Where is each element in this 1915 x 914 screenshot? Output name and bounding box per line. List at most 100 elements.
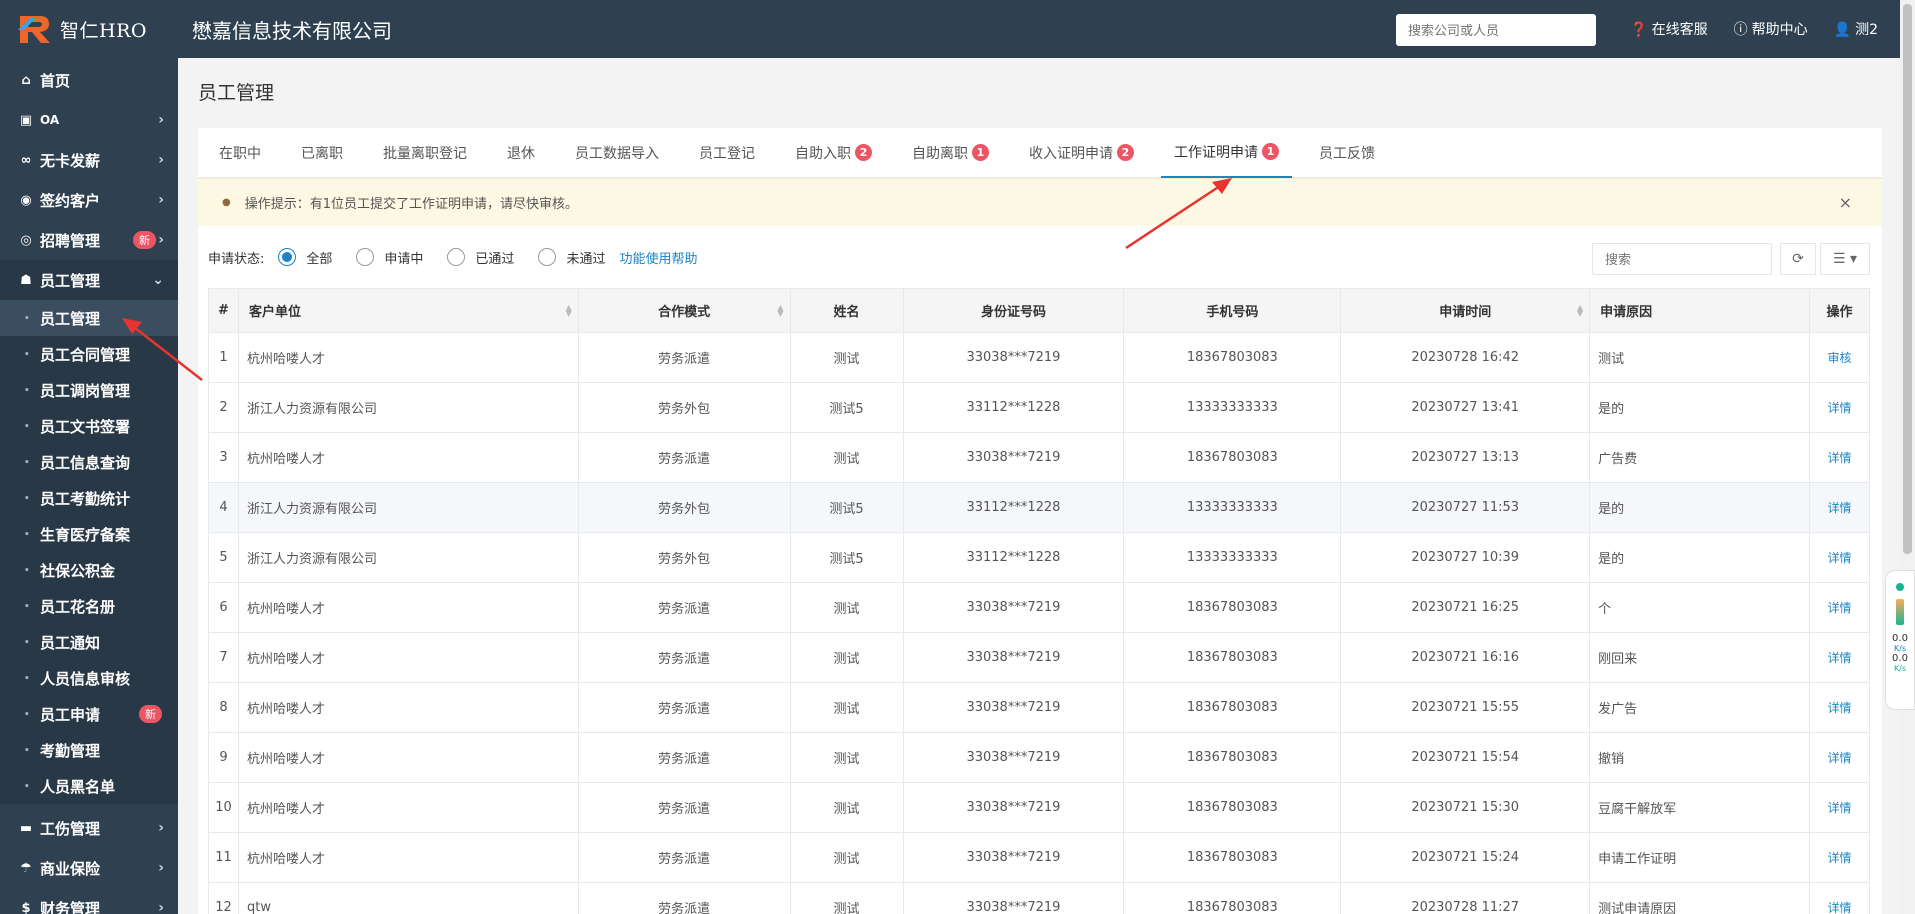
upload-speed: 0.0 [1892,633,1908,644]
tab-batch-resign[interactable]: 批量离职登记 [370,128,480,178]
speed-bar-icon [1896,599,1904,625]
top-bar: 懋嘉信息技术有限公司 ❓在线客服 ⓘ帮助中心 👤测2 [178,0,1900,58]
cell-name: 测试5 [789,482,904,533]
main-panel: 在职中 已离职 批量离职登记 退休 员工数据导入 员工登记 自助入职 2 自助离职… [198,128,1882,914]
details-link[interactable]: 详情 [1808,532,1871,583]
submenu-item-info-review[interactable]: · 人员信息审核 [0,660,178,696]
cell-apply-time: 20230728 11:27 [1340,882,1591,914]
cell-id-number: 33038***7219 [902,882,1125,914]
new-badge: 新 [133,231,156,249]
cell-phone: 13333333333 [1123,382,1342,433]
tab-label: 工作证明申请 [1174,144,1258,161]
sidebar-item-insurance[interactable]: ☂ 商业保险 › [0,848,178,888]
cell-name: 测试 [789,682,904,733]
close-icon[interactable]: × [1839,193,1852,212]
page-scrollbar[interactable] [1900,0,1915,914]
online-service-link[interactable]: ❓ 在线客服 [1630,19,1707,39]
submenu-item-attendance-mgmt[interactable]: · 考勤管理 [0,732,178,768]
submenu-item-blacklist[interactable]: · 人员黑名单 [0,768,178,804]
details-link[interactable]: 详情 [1808,482,1871,533]
details-link[interactable]: 详情 [1808,382,1871,433]
sidebar-item-employee-mgmt[interactable]: ☗ 员工管理 ⌄ [0,260,178,300]
sidebar-item-cardless-pay[interactable]: ∞ 无卡发薪 › [0,140,178,180]
sidebar-item-clients[interactable]: ◉ 签约客户 › [0,180,178,220]
cell-phone: 18367803083 [1123,432,1342,483]
cell-coop-mode: 劳务外包 [577,382,791,433]
tab-self-onboard[interactable]: 自助入职 2 [782,128,885,178]
details-link[interactable]: 详情 [1808,782,1871,833]
header-label: 申请时间 [1439,305,1492,320]
submenu-item-employee-mgmt[interactable]: · 员工管理 [0,300,178,336]
submenu-item-info-query[interactable]: · 员工信息查询 [0,444,178,480]
radio-label: 申请中 [384,251,424,267]
columns-toggle-button[interactable]: ☰ ▾ [1820,243,1870,275]
details-link[interactable]: 详情 [1808,582,1871,633]
help-center-link[interactable]: ⓘ 帮助中心 [1734,19,1808,39]
submenu-item-roster[interactable]: · 员工花名册 [0,588,178,624]
sidebar-item-work-injury[interactable]: ▬ 工伤管理 › [0,808,178,848]
cell-index: 4 [208,482,239,533]
submenu-item-attendance-stats[interactable]: · 员工考勤统计 [0,480,178,516]
sidebar-item-label: 首页 [40,71,71,90]
tab-self-resign[interactable]: 自助离职 1 [899,128,1002,178]
table-search-input[interactable] [1592,243,1772,275]
col-coop-mode[interactable]: 合作模式 ▲ ▼ [577,288,791,333]
user-menu[interactable]: 👤 测2 [1834,19,1878,39]
sidebar-item-label: 工伤管理 [40,819,101,838]
details-link[interactable]: 详情 [1808,632,1871,683]
col-apply-time[interactable]: 申请时间 ▲ ▼ [1340,288,1591,333]
details-link[interactable]: 详情 [1808,732,1871,783]
info-icon: ⓘ [1733,22,1748,38]
network-speed-widget: 0.0 K/s 0.0 K/s [1885,570,1915,710]
sidebar-item-home[interactable]: ⌂ 首页 [0,60,178,100]
tab-active-employees[interactable]: 在职中 [206,128,274,178]
submenu-item-maternity[interactable]: · 生育医疗备案 [0,516,178,552]
radio-approved[interactable]: 已通过 [447,248,514,267]
col-client[interactable]: 客户单位 ▲ ▼ [237,288,579,333]
sidebar-item-oa[interactable]: ▣ OA › [0,100,178,140]
cell-client: 杭州哈喽人才 [237,632,579,683]
details-link[interactable]: 详情 [1808,682,1871,733]
list-icon: ☰ ▾ [1832,251,1858,267]
radio-pending[interactable]: 申请中 [356,248,423,267]
alert-banner: ● 操作提示：有1位员工提交了工作证明申请，请尽快审核。 × [198,178,1882,226]
submenu-item-notices[interactable]: · 员工通知 [0,624,178,660]
scrollbar-thumb[interactable] [1903,4,1912,554]
cell-name: 测试 [789,582,904,633]
brand-logo[interactable]: 智仁HRO [0,0,178,58]
cell-index: 12 [208,882,239,914]
submenu-item-documents[interactable]: · 员工文书签署 [0,408,178,444]
tab-label: 收入证明申请 [1029,145,1113,162]
radio-rejected[interactable]: 未通过 [538,248,605,267]
tab-retired[interactable]: 退休 [494,128,548,178]
tab-resigned[interactable]: 已离职 [288,128,356,178]
tab-registration[interactable]: 员工登记 [686,128,768,178]
header-label: 客户单位 [248,305,301,320]
submenu-item-applications[interactable]: · 员工申请 新 [0,696,178,732]
details-link[interactable]: 详情 [1808,832,1871,883]
cell-phone: 18367803083 [1123,682,1342,733]
details-link[interactable]: 详情 [1808,882,1871,914]
tab-income-proof[interactable]: 收入证明申请 2 [1016,128,1147,178]
tab-data-import[interactable]: 员工数据导入 [562,128,672,178]
submenu-item-label: 生育医疗备案 [40,525,131,544]
radio-all[interactable]: 全部 [278,248,332,267]
cell-reason: 个 [1589,582,1810,633]
global-search-input[interactable] [1396,14,1596,46]
tab-work-proof[interactable]: 工作证明申请 1 [1161,128,1292,178]
col-index: # [208,288,239,333]
sort-icon: ▲ ▼ [1576,303,1584,318]
sidebar-item-finance[interactable]: $ 财务管理 › [0,888,178,914]
brand-name: 智仁HRO [60,19,147,42]
submenu-item-label: 员工合同管理 [40,345,131,364]
submenu-item-social-security[interactable]: · 社保公积金 [0,552,178,588]
refresh-button[interactable]: ⟳ [1780,243,1816,275]
submenu-item-contracts[interactable]: · 员工合同管理 [0,336,178,372]
sidebar-item-recruitment[interactable]: ◎ 招聘管理 新 › [0,220,178,260]
details-link[interactable]: 详情 [1808,432,1871,483]
tab-feedback[interactable]: 员工反馈 [1306,128,1388,178]
help-link[interactable]: 功能使用帮助 [619,248,697,267]
review-link[interactable]: 审核 [1808,332,1871,383]
submenu-item-label: 员工信息查询 [40,453,131,472]
submenu-item-transfers[interactable]: · 员工调岗管理 [0,372,178,408]
